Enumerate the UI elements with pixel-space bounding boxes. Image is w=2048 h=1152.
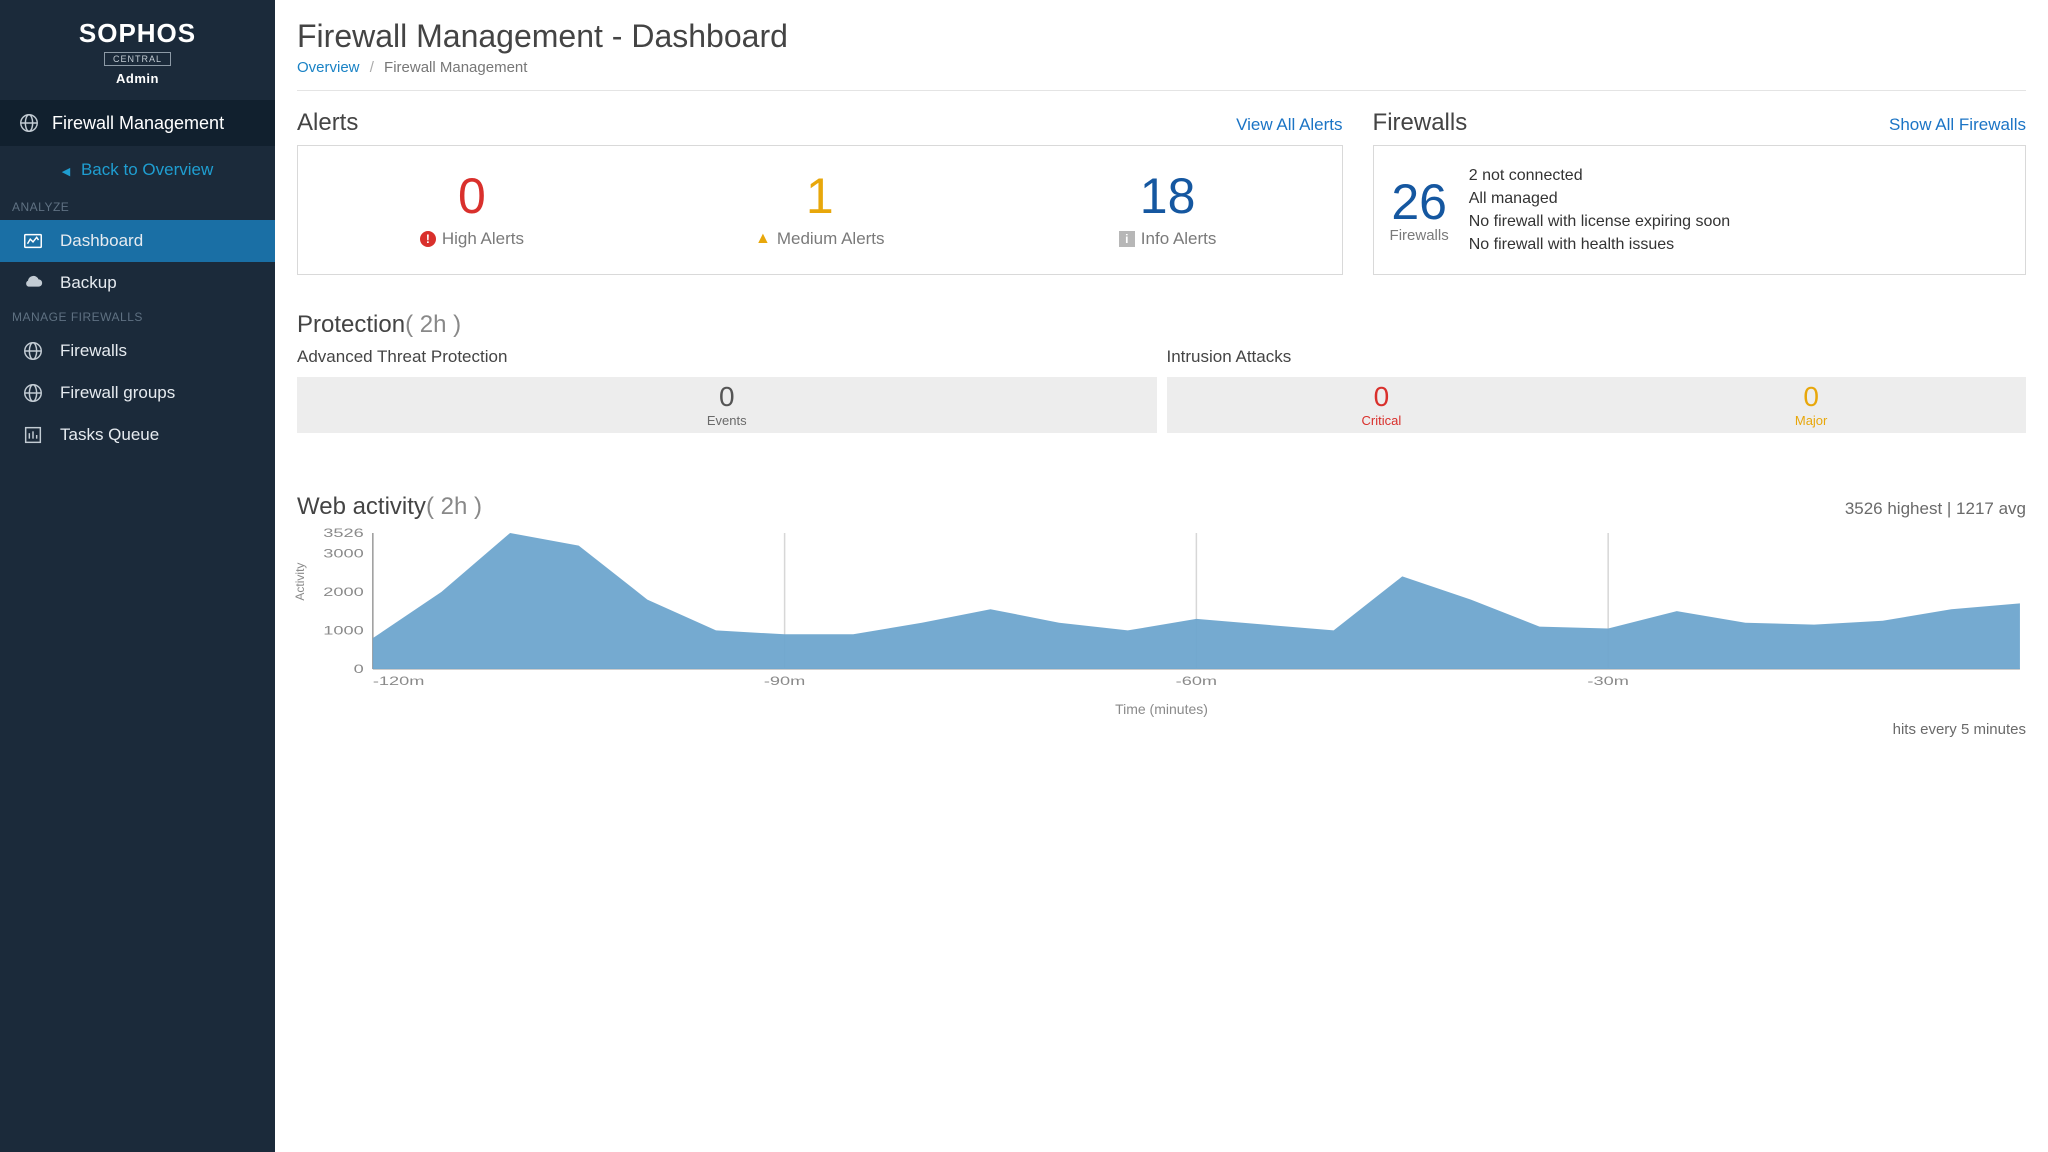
web-activity-title: Web activity( 2h ) (297, 493, 482, 521)
atp-block: Advanced Threat Protection 0 Events (297, 347, 1157, 433)
high-alerts-value: 0 (458, 171, 486, 221)
svg-text:0: 0 (354, 663, 364, 676)
nav-dashboard[interactable]: Dashboard (0, 220, 275, 262)
svg-text:-90m: -90m (764, 675, 805, 688)
info-alerts-label: Info Alerts (1141, 229, 1217, 249)
header-divider (297, 90, 2026, 91)
intrusion-major-label: Major (1596, 413, 2026, 428)
intrusion-critical-label: Critical (1167, 413, 1597, 428)
firewall-count-value: 26 (1390, 177, 1449, 227)
chart-x-label: Time (minutes) (297, 701, 2026, 717)
protection-title: Protection( 2h ) (297, 311, 2026, 339)
firewall-count-label: Firewalls (1390, 227, 1449, 244)
nav-dashboard-label: Dashboard (60, 231, 143, 251)
breadcrumb-current: Firewall Management (384, 59, 527, 76)
web-activity-stats: 3526 highest | 1217 avg (1845, 499, 2026, 519)
svg-text:-120m: -120m (373, 675, 425, 688)
high-alerts-label: High Alerts (442, 229, 524, 249)
svg-text:-30m: -30m (1587, 675, 1628, 688)
page-title: Firewall Management - Dashboard (297, 18, 2026, 55)
globe-icon (18, 112, 40, 134)
intrusion-label: Intrusion Attacks (1167, 347, 2027, 367)
fw-line-2: All managed (1469, 187, 1730, 210)
atp-events-label: Events (297, 413, 1157, 428)
exclamation-circle-icon: ! (420, 231, 436, 247)
nav-backup-label: Backup (60, 273, 117, 293)
nav-firewalls[interactable]: Firewalls (0, 330, 275, 372)
back-to-overview-link[interactable]: ◀ Back to Overview (0, 146, 275, 194)
svg-text:3526: 3526 (323, 527, 363, 540)
show-all-firewalls-link[interactable]: Show All Firewalls (1889, 115, 2026, 135)
group-analyze-label: ANALYZE (0, 194, 275, 220)
atp-events-value: 0 (297, 383, 1157, 411)
warning-triangle-icon: ▲ (755, 230, 771, 248)
sidebar: SOPHOS CENTRAL Admin Firewall Management… (0, 0, 275, 1152)
svg-text:2000: 2000 (323, 586, 363, 599)
svg-text:3000: 3000 (323, 547, 363, 560)
cloud-icon (22, 272, 44, 294)
intrusion-major-value: 0 (1596, 383, 2026, 411)
firewall-count-block[interactable]: 26 Firewalls (1390, 177, 1449, 244)
firewall-status-lines: 2 not connected All managed No firewall … (1469, 164, 1730, 257)
fw-line-4: No firewall with health issues (1469, 233, 1730, 256)
svg-text:-60m: -60m (1176, 675, 1217, 688)
fw-line-1: 2 not connected (1469, 164, 1730, 187)
info-alerts-value: 18 (1140, 171, 1196, 221)
globe-icon (22, 382, 44, 404)
atp-bar[interactable]: 0 Events (297, 377, 1157, 433)
protection-title-prefix: Protection (297, 311, 405, 338)
nav-tasks-queue[interactable]: Tasks Queue (0, 414, 275, 456)
high-alerts-col[interactable]: 0 ! High Alerts (298, 146, 646, 274)
chart-footnote: hits every 5 minutes (297, 721, 2026, 738)
breadcrumb-separator: / (370, 59, 374, 76)
firewalls-title: Firewalls (1373, 109, 1468, 137)
main-content: Firewall Management - Dashboard Overview… (275, 0, 2048, 1152)
protection-title-suffix: ( 2h ) (405, 311, 461, 338)
intrusion-bar[interactable]: 0 Critical 0 Major (1167, 377, 2027, 433)
firewalls-panel: Firewalls Show All Firewalls 26 Firewall… (1373, 109, 2026, 275)
nav-firewalls-label: Firewalls (60, 341, 127, 361)
atp-label: Advanced Threat Protection (297, 347, 1157, 367)
group-manage-label: MANAGE FIREWALLS (0, 304, 275, 330)
nav-backup[interactable]: Backup (0, 262, 275, 304)
info-alerts-col[interactable]: 18 i Info Alerts (994, 146, 1342, 274)
web-title-prefix: Web activity (297, 493, 426, 520)
alerts-panel: Alerts View All Alerts 0 ! High Alerts 1… (297, 109, 1343, 275)
intrusion-block: Intrusion Attacks 0 Critical 0 Major (1167, 347, 2027, 433)
svg-text:1000: 1000 (323, 624, 363, 637)
chart-y-label: Activity (293, 563, 307, 601)
medium-alerts-col[interactable]: 1 ▲ Medium Alerts (646, 146, 994, 274)
atp-events-cell: 0 Events (297, 377, 1157, 433)
brand-logo: SOPHOS CENTRAL Admin (0, 0, 275, 100)
brand-name: SOPHOS (0, 18, 275, 49)
tasks-icon (22, 424, 44, 446)
nav-firewall-groups-label: Firewall groups (60, 383, 175, 403)
back-label: Back to Overview (81, 160, 213, 179)
brand-role: Admin (0, 71, 275, 86)
firewalls-card: 26 Firewalls 2 not connected All managed… (1373, 145, 2026, 275)
sidebar-section-title: Firewall Management (0, 100, 275, 146)
breadcrumb: Overview / Firewall Management (297, 59, 2026, 76)
intrusion-critical-cell: 0 Critical (1167, 377, 1597, 433)
sidebar-title: Firewall Management (52, 113, 224, 134)
chevron-left-icon: ◀ (62, 166, 70, 178)
nav-tasks-queue-label: Tasks Queue (60, 425, 159, 445)
area-chart-svg: 0 1000 2000 3000 3526 -120m -90m -60m -30m (297, 527, 2026, 697)
alerts-card: 0 ! High Alerts 1 ▲ Medium Alerts 18 (297, 145, 1343, 275)
intrusion-major-cell: 0 Major (1596, 377, 2026, 433)
info-icon: i (1119, 231, 1135, 247)
brand-tier: CENTRAL (104, 52, 171, 66)
breadcrumb-overview[interactable]: Overview (297, 59, 360, 76)
medium-alerts-value: 1 (806, 171, 834, 221)
nav-firewall-groups[interactable]: Firewall groups (0, 372, 275, 414)
web-title-suffix: ( 2h ) (426, 493, 482, 520)
dashboard-icon (22, 230, 44, 252)
alerts-title: Alerts (297, 109, 358, 137)
web-activity-chart: Activity 01000200030003526-120m-90m-60m-… (297, 527, 2026, 697)
globe-icon (22, 340, 44, 362)
view-all-alerts-link[interactable]: View All Alerts (1236, 115, 1342, 135)
fw-line-3: No firewall with license expiring soon (1469, 210, 1730, 233)
medium-alerts-label: Medium Alerts (777, 229, 885, 249)
intrusion-critical-value: 0 (1167, 383, 1597, 411)
